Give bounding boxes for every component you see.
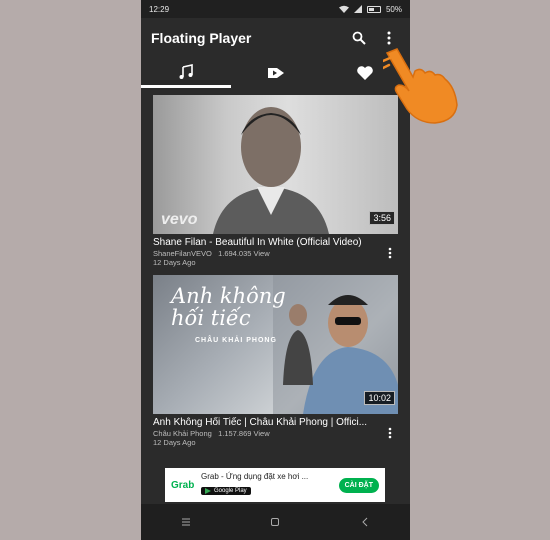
video-channel-views: ShaneFilanVEVO 1.694.035 View — [153, 249, 382, 258]
video-meta: Anh Không Hối Tiếc | Châu Khải Phong | O… — [153, 414, 398, 447]
video-duration: 3:56 — [369, 211, 395, 225]
status-time: 12:29 — [149, 4, 170, 14]
video-meta: Shane Filan - Beautiful In White (Offici… — [153, 234, 398, 267]
tab-bar — [141, 58, 410, 88]
overflow-menu-button[interactable] — [378, 27, 400, 49]
app-bar: Floating Player — [141, 18, 410, 58]
back-icon[interactable] — [360, 517, 370, 527]
phone-screen: 12:29 50% Floating Player vevo 3:56 Shan… — [141, 0, 410, 540]
ad-content: Grab - Ứng dụng đặt xe hơi ... Google Pl… — [201, 472, 339, 499]
video-card[interactable]: Anh không hối tiếc CHÂU KHẢI PHONG 10:02… — [153, 275, 398, 447]
video-text: Anh Không Hối Tiếc | Châu Khải Phong | O… — [153, 417, 382, 447]
signal-icon — [353, 5, 362, 13]
app-title: Floating Player — [151, 30, 252, 46]
wifi-icon — [338, 5, 349, 13]
status-bar: 12:29 50% — [141, 0, 410, 18]
video-card[interactable]: vevo 3:56 Shane Filan - Beautiful In Whi… — [153, 95, 398, 267]
video-age: 12 Days Ago — [153, 258, 196, 267]
google-play-badge: Google Play — [201, 486, 251, 495]
video-text: Shane Filan - Beautiful In White (Offici… — [153, 237, 382, 267]
search-icon — [352, 31, 366, 45]
video-title[interactable]: Shane Filan - Beautiful In White (Offici… — [153, 237, 382, 249]
more-vert-icon — [388, 427, 392, 439]
ad-brand-logo: Grab — [171, 479, 195, 491]
thumbnail-title-text: Anh không hối tiếc — [171, 284, 286, 330]
video-views: 1.694.035 View — [218, 249, 270, 258]
video-channel: Châu Khải Phong — [153, 429, 212, 438]
video-title[interactable]: Anh Không Hối Tiếc | Châu Khải Phong | O… — [153, 417, 382, 429]
home-icon[interactable] — [270, 517, 280, 527]
ad-title: Grab - Ứng dụng đặt xe hơi ... — [201, 471, 309, 481]
tag-play-icon — [267, 68, 284, 78]
vevo-watermark: vevo — [161, 211, 198, 228]
video-channel: ShaneFilanVEVO — [153, 249, 212, 258]
music-list-icon — [179, 63, 193, 79]
video-feed[interactable]: vevo 3:56 Shane Filan - Beautiful In Whi… — [141, 95, 410, 504]
heart-icon — [357, 66, 373, 80]
play-store-icon — [205, 487, 211, 494]
video-channel-views: Châu Khải Phong 1.157.869 View — [153, 429, 382, 438]
tab-playlist[interactable] — [231, 58, 321, 88]
battery-percent: 50% — [385, 4, 402, 14]
battery-icon — [366, 5, 381, 13]
video-thumbnail[interactable]: Anh không hối tiếc CHÂU KHẢI PHONG 10:02 — [153, 275, 398, 414]
more-vert-icon — [387, 31, 391, 45]
video-thumbnail[interactable]: vevo 3:56 — [153, 95, 398, 234]
install-button[interactable]: CÀI ĐẶT — [338, 477, 379, 493]
tab-music[interactable] — [141, 58, 231, 88]
video-views: 1.157.869 View — [218, 429, 270, 438]
thumbnail-artist-text: CHÂU KHẢI PHONG — [195, 337, 277, 344]
video-age: 12 Days Ago — [153, 438, 196, 447]
pointing-hand-icon — [383, 48, 458, 124]
system-nav-bar — [141, 504, 410, 540]
ad-banner[interactable]: Grab Grab - Ứng dụng đặt xe hơi ... Goog… — [165, 468, 385, 502]
more-vert-icon — [388, 247, 392, 259]
video-duration: 10:02 — [364, 391, 395, 405]
status-icons: 50% — [338, 4, 402, 14]
search-button[interactable] — [348, 27, 370, 49]
video-more-button[interactable] — [382, 417, 398, 447]
menu-icon[interactable] — [181, 517, 191, 527]
video-more-button[interactable] — [382, 237, 398, 267]
store-label: Google Play — [214, 487, 247, 494]
